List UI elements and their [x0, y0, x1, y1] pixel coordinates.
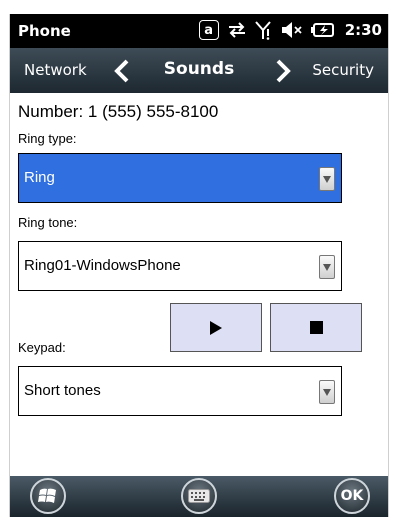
ring-tone-dropdown[interactable]: Ring01-WindowsPhone: [18, 241, 342, 291]
keypad-label: Keypad:: [18, 340, 66, 355]
dropdown-arrow-icon[interactable]: [319, 167, 335, 191]
clock: 2:30: [344, 21, 382, 39]
muted-speaker-icon: [281, 21, 303, 39]
ring-tone-label: Ring tone:: [18, 215, 78, 230]
settings-nav-bar: Network Sounds Security: [10, 48, 388, 93]
input-mode-icon: a: [198, 20, 219, 40]
ring-tone-value: Ring01-WindowsPhone: [24, 257, 181, 274]
play-button[interactable]: [170, 303, 262, 352]
battery-charging-icon: [310, 22, 335, 38]
status-icons: a 2:30: [198, 20, 382, 40]
sounds-settings-content: Number: 1 (555) 555-8100 Ring type: Ring…: [10, 93, 388, 476]
device-screen: Phone a 2:30 Network Sounds Security Num…: [9, 14, 389, 517]
bottom-bar: OK: [10, 476, 388, 517]
dropdown-arrow-icon[interactable]: [319, 380, 335, 404]
dropdown-arrow-icon[interactable]: [319, 255, 335, 279]
ring-type-value: Ring: [24, 169, 55, 186]
keyboard-icon: [188, 489, 210, 503]
windows-logo-icon: [38, 488, 56, 503]
stop-icon: [309, 321, 323, 334]
keyboard-button[interactable]: [181, 478, 217, 514]
ring-type-label: Ring type:: [18, 131, 77, 146]
sync-arrows-icon: [227, 21, 247, 39]
phone-number-label: Number: 1 (555) 555-8100: [18, 102, 219, 121]
keypad-value: Short tones: [24, 382, 101, 399]
next-page-link[interactable]: Security: [312, 61, 374, 79]
ok-label: OK: [340, 488, 364, 504]
keypad-dropdown[interactable]: Short tones: [18, 366, 342, 416]
ok-button[interactable]: OK: [334, 478, 370, 514]
stop-button[interactable]: [270, 303, 362, 352]
chevron-right-icon[interactable]: [274, 59, 292, 83]
play-icon: [210, 320, 222, 335]
ring-type-dropdown[interactable]: Ring: [18, 153, 342, 203]
status-bar: Phone a 2:30: [10, 14, 388, 48]
app-title: Phone: [18, 22, 71, 40]
windows-start-button[interactable]: [30, 478, 66, 514]
signal-icon: [254, 20, 273, 40]
